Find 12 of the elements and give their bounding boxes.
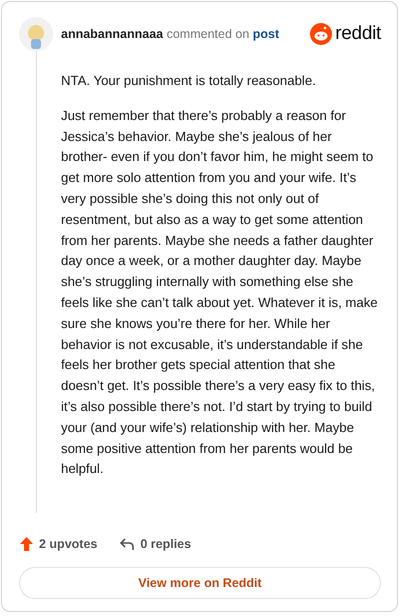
- comment-paragraph: NTA. Your punishment is totally reasonable.: [61, 72, 317, 90]
- reply-icon: [119, 537, 136, 551]
- comment-byline: annabannannaaa commented on post: [61, 27, 280, 41]
- view-more-button[interactable]: View more on Reddit: [19, 567, 381, 599]
- upvote-icon: [19, 536, 34, 552]
- comment-paragraph: Just remember that there’s probably a reason for Jessica’s behavior. Maybe she’s jealous of her brother- even if you don’t favor him, he might seem to get more solo attention from you and your wife. It’s very possible she’s doing this not only out of resentment, but also as a way to get some attention from her parents. Maybe she needs a father daughter day once a week, or a mother daughter day. Maybe she’s struggling internally with something else she feels like she can’t talk about yet. Whatever it is, make sure she knows you’re there for her. While her behavior is not excusable, it’s understandable if she feels her brother gets special attention that she doesn’t get. It’s possible there’s a very easy fix to this, it’s also possible there’s not. I’d start by trying to build your (and your wife’s) relationship with her. Maybe some positive attention from her parents would be helpful.: [61, 106, 379, 478]
- avatar-icon: [19, 17, 53, 51]
- upvote-count[interactable]: 2 upvotes: [19, 536, 98, 552]
- post-link[interactable]: post: [252, 27, 280, 41]
- reply-count[interactable]: 0 replies: [119, 537, 192, 551]
- reddit-logo-icon: [310, 23, 332, 45]
- brand-name: reddit: [335, 23, 381, 45]
